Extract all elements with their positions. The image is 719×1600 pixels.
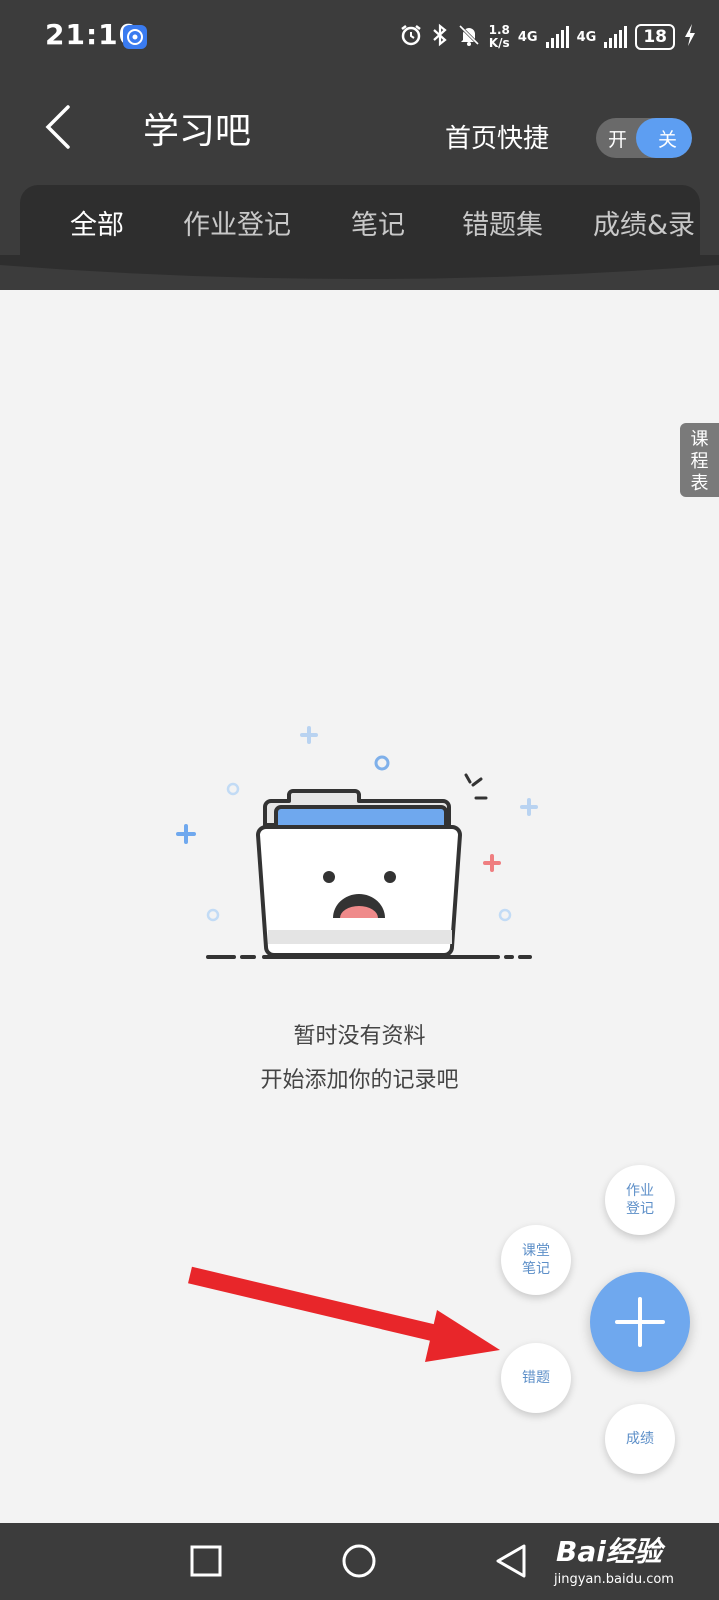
network-type-2: 4G: [576, 29, 597, 45]
homework-register-button[interactable]: 作业 登记: [605, 1165, 675, 1235]
bluetooth-icon: [431, 23, 449, 51]
net-speed-unit: K/s: [488, 36, 510, 50]
category-tabs: 全部 作业登记 笔记 错题集 成绩&录: [20, 185, 700, 265]
page-title: 学习吧: [143, 111, 252, 152]
empty-subtitle: 开始添加你的记录吧: [260, 1068, 459, 1093]
mistakes-button-label: 错题: [522, 1370, 550, 1386]
tab-homework[interactable]: 作业登记: [183, 203, 291, 242]
tab-grades[interactable]: 成绩&录: [593, 203, 695, 242]
add-fab-button[interactable]: [590, 1272, 690, 1372]
mistakes-button[interactable]: 错题: [501, 1343, 571, 1413]
square-nav-icon: [190, 1545, 222, 1577]
toggle-knob: 关: [636, 118, 692, 158]
recent-apps-button[interactable]: [184, 1539, 228, 1583]
back-icon: [45, 105, 70, 149]
home-shortcut-toggle[interactable]: 开 关: [596, 118, 692, 158]
charging-icon: [683, 23, 697, 51]
class-notes-button[interactable]: 课堂 笔记: [501, 1225, 571, 1295]
grades-button[interactable]: 成绩: [605, 1404, 675, 1474]
baidu-watermark: Bai经验 jingyan.baidu.com: [548, 1528, 713, 1594]
watermark-url: jingyan.baidu.com: [554, 1572, 674, 1587]
annotation-arrow: [188, 1266, 500, 1362]
net-speed-value: 1.8: [488, 23, 510, 37]
circle-nav-icon: [342, 1544, 376, 1578]
back-button[interactable]: [38, 102, 82, 152]
home-shortcut-label: 首页快捷: [445, 124, 550, 154]
schedule-tab-char-2: 程: [690, 451, 709, 472]
header-curve: [0, 255, 719, 279]
signal-icon-1: [545, 26, 569, 48]
app-notification-icon: [123, 25, 147, 49]
alarm-icon: [399, 23, 423, 51]
triangle-nav-icon: [496, 1544, 526, 1578]
toggle-on-label: 开: [608, 129, 628, 151]
status-bar: 21:10 1.8 K/s 4G 4G 18: [0, 0, 719, 80]
status-icons: 1.8 K/s 4G 4G 18: [399, 22, 697, 52]
tab-notes[interactable]: 笔记: [351, 203, 405, 242]
empty-folder-illustration: [176, 726, 538, 959]
mute-icon: [457, 23, 481, 51]
network-type-1: 4G: [517, 29, 538, 45]
homework-button-label: 作业 登记: [626, 1183, 654, 1217]
schedule-tab-char-3: 表: [690, 473, 709, 494]
tab-mistakes[interactable]: 错题集: [462, 203, 543, 242]
back-nav-button[interactable]: [490, 1539, 534, 1583]
watermark-main: Bai经验: [556, 1535, 662, 1568]
grades-button-label: 成绩: [626, 1431, 654, 1447]
plus-icon: [615, 1297, 665, 1347]
home-button[interactable]: [337, 1539, 381, 1583]
battery-level: 18: [635, 24, 675, 50]
empty-title: 暂时没有资料: [293, 1024, 426, 1049]
net-speed: 1.8 K/s: [489, 24, 510, 50]
schedule-side-tab[interactable]: 课 程 表: [680, 423, 719, 497]
tab-all[interactable]: 全部: [70, 203, 124, 242]
signal-icon-2: [604, 26, 628, 48]
class-notes-button-label: 课堂 笔记: [522, 1243, 550, 1277]
toggle-off-label: 关: [658, 129, 678, 151]
schedule-tab-char-1: 课: [690, 429, 709, 450]
